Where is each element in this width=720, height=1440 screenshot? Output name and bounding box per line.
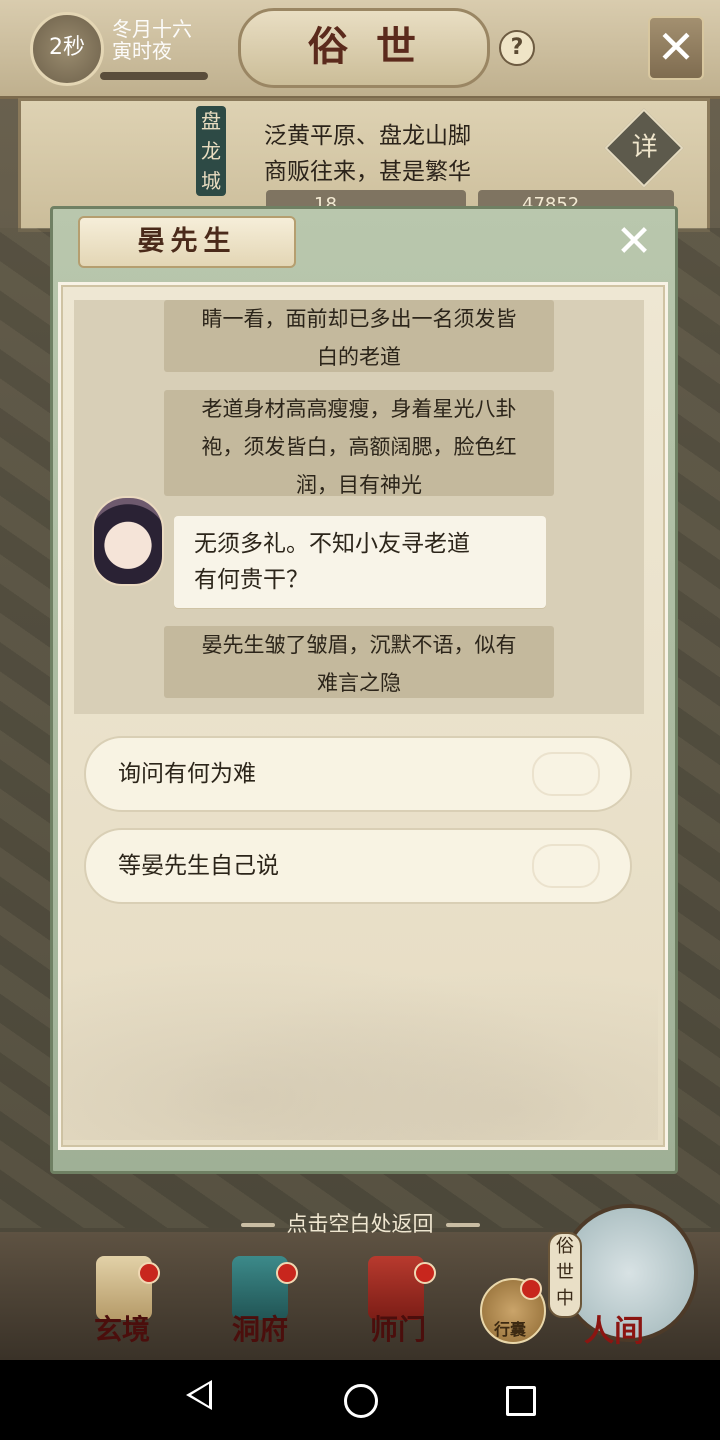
return-hint-text: 点击空白处返回 [286, 1212, 434, 1236]
nav-shimen[interactable]: 师门 [370, 1308, 426, 1348]
detail-label: 详 [631, 132, 658, 163]
narration-line: 润，目有神光 [296, 473, 422, 497]
character-avatar [92, 496, 164, 586]
notification-dot [138, 1262, 160, 1284]
narration-line: 白的老道 [317, 345, 401, 369]
world-status-tag: 俗世中 [548, 1232, 582, 1318]
narration-bubble: 老道身材高高瘦瘦，身着星光八卦 袍，须发皆白，高额阔腮，脸色红 润，目有神光 [164, 390, 554, 497]
choice-label: 询问有何为难 [118, 761, 256, 787]
choice-button-2[interactable]: 等晏先生自己说 [84, 828, 632, 904]
nav-renjian[interactable]: 人间 [584, 1306, 644, 1350]
recent-apps-icon[interactable] [506, 1386, 536, 1416]
choice-label: 等晏先生自己说 [118, 853, 279, 879]
notification-dot [520, 1278, 542, 1300]
speech-line: 有何贵干？ [194, 567, 309, 593]
back-icon[interactable] [186, 1380, 212, 1410]
timer-badge: 2秒 [30, 12, 104, 86]
narration-bubble: 睛一看，面前却已多出一名须发皆 白的老道 [164, 300, 554, 372]
speech-line: 无须多礼。不知小友寻老道 [194, 531, 470, 557]
help-icon[interactable]: ? [499, 30, 535, 66]
nav-xuanjing[interactable]: 玄境 [94, 1308, 150, 1348]
narration-line: 睛一看，面前却已多出一名须发皆 [201, 307, 517, 331]
dialog-close-icon[interactable]: ✕ [614, 220, 654, 264]
location-description-1: 泛黄平原、盘龙山脚 [264, 123, 471, 149]
narration-line: 晏先生皱了皱眉，沉默不语，似有 [201, 633, 517, 657]
dialog-title: 晏先生 [78, 216, 296, 268]
nav-xingnang[interactable]: 行囊 [494, 1316, 526, 1340]
city-tag: 盘龙城 [196, 106, 226, 196]
home-icon[interactable] [344, 1384, 378, 1418]
hint-ornament-left [240, 1223, 275, 1227]
narration-bubble: 晏先生皱了皱眉，沉默不语，似有 难言之隐 [164, 626, 554, 698]
notification-dot [276, 1262, 298, 1284]
landscape-background [62, 930, 658, 1140]
app-screen: 2秒 冬月十六 寅时夜 俗世 ? ✕ 盘龙城 泛黄平原、盘龙山脚 商贩往来，甚是… [0, 0, 720, 1360]
cloud-ornament-icon [532, 844, 600, 888]
speech-bubble: 无须多礼。不知小友寻老道 有何贵干？ [174, 516, 546, 608]
narration-line: 袍，须发皆白，高额阔腮，脸色红 [201, 435, 517, 459]
nav-dongfu[interactable]: 洞府 [232, 1308, 288, 1348]
hint-ornament-right [445, 1223, 480, 1227]
time-period: 寅时夜 [112, 39, 172, 63]
time-progress-bar [100, 72, 208, 80]
lunar-date: 冬月十六 [112, 17, 192, 41]
page-title: 俗世 [238, 8, 490, 88]
top-close-icon[interactable]: ✕ [648, 16, 704, 80]
notification-dot [414, 1262, 436, 1284]
narration-line: 老道身材高高瘦瘦，身着星光八卦 [201, 397, 517, 421]
narration-line: 难言之隐 [317, 671, 401, 695]
location-description-2: 商贩往来，甚是繁华 [264, 159, 471, 185]
choice-button-1[interactable]: 询问有何为难 [84, 736, 632, 812]
cloud-ornament-icon [532, 752, 600, 796]
return-hint[interactable]: 点击空白处返回 [0, 1208, 720, 1238]
